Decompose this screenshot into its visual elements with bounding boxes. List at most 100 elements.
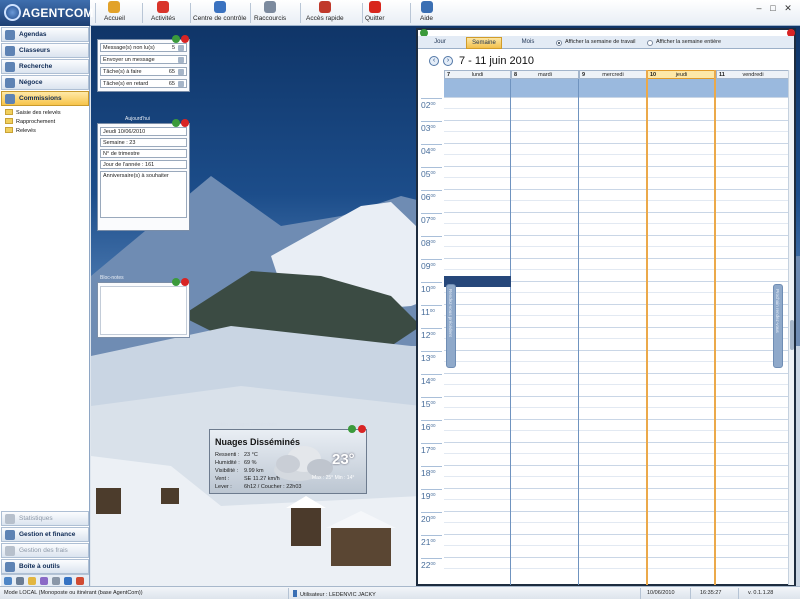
sidebar-nav-search[interactable]: Recherche — [1, 59, 89, 74]
toolbar-item-3[interactable]: Raccourcis — [254, 1, 286, 25]
tree-item[interactable]: Saisie des relevés — [5, 109, 61, 118]
day-name: vendredi — [742, 72, 764, 78]
toolbar-item-4[interactable]: Accès rapide — [306, 1, 344, 25]
toolbar-item-6[interactable]: Aide — [420, 1, 433, 25]
warning-icon[interactable] — [76, 577, 84, 585]
day-header[interactable]: mercredi 9 — [579, 70, 647, 79]
sidebar-nav-finance[interactable]: Gestion et finance — [1, 527, 89, 542]
sidebar-nav-agenda[interactable]: Agendas — [1, 27, 89, 42]
toolbar-item-label: Accès rapide — [306, 15, 344, 22]
day-header[interactable]: mardi 8 — [511, 70, 579, 79]
toolbar-item-label: Quitter — [365, 15, 385, 22]
date-info-row: Jour de l'année : 161 — [100, 160, 187, 169]
calendar-small-icon[interactable] — [64, 577, 72, 585]
message-row[interactable]: Message(s) non lu(s) 5 — [100, 43, 187, 52]
calendar-scrollbar[interactable] — [788, 70, 794, 585]
side-tab-label: Rendez-vous précédent — [448, 289, 453, 337]
collapse-widget-button[interactable] — [172, 35, 180, 43]
status-separator — [690, 588, 691, 599]
hour-label: 0600 — [421, 190, 442, 202]
hour-label: 2100 — [421, 535, 442, 547]
minute-value: 00 — [430, 561, 436, 566]
tab-1[interactable]: Semaine — [466, 37, 502, 49]
commissions-icon — [5, 94, 15, 104]
all-day-area[interactable] — [444, 79, 511, 97]
day-header[interactable]: lundi 7 — [444, 70, 511, 79]
notes-input[interactable] — [100, 286, 187, 335]
minute-value: 00 — [430, 193, 436, 198]
weather-row-label: Vent : — [215, 476, 230, 482]
message-row[interactable]: Tâche(s) à faire 65 — [100, 67, 187, 76]
toolbar-item-label: Activités — [151, 15, 176, 22]
all-day-area[interactable] — [511, 79, 579, 97]
control-center-icon — [213, 1, 226, 13]
collapse-widget-button[interactable] — [172, 119, 180, 127]
scrollbar-thumb[interactable] — [790, 320, 794, 350]
minute-value: 00 — [430, 331, 436, 336]
day-column[interactable] — [511, 97, 579, 585]
tab-0[interactable]: Jour — [422, 37, 458, 49]
close-widget-button[interactable] — [181, 119, 189, 127]
work-week-radio[interactable] — [556, 40, 562, 46]
all-day-area[interactable] — [579, 79, 647, 97]
sidebar-nav-toolbox[interactable]: Boîte à outils — [1, 559, 89, 574]
weather-row: Lever : 6h12 / Coucher : 22h03 — [215, 484, 302, 490]
status-separator — [640, 588, 641, 599]
folder-icon[interactable] — [28, 577, 36, 585]
sidebar-nav-binder[interactable]: Classeurs — [1, 43, 89, 58]
refresh-icon[interactable] — [4, 577, 12, 585]
weather-title-bar: Météo - Nuages Disséminés — [214, 422, 277, 428]
tree-item[interactable]: Relevés — [5, 127, 36, 136]
hour-label: 1400 — [421, 374, 442, 386]
next-week-button[interactable]: › — [443, 56, 453, 66]
sidebar: Agendas Classeurs Recherche Négoce Commissio… — [0, 26, 90, 586]
day-number: 9 — [582, 72, 586, 78]
message-row[interactable]: Envoyer un message — [100, 55, 187, 64]
day-column[interactable] — [579, 97, 647, 585]
minute-value: 00 — [430, 423, 436, 428]
close-button[interactable]: ✕ — [783, 3, 793, 13]
sidebar-nav-trade[interactable]: Négoce — [1, 75, 89, 90]
tab-2[interactable]: Mois — [510, 37, 546, 49]
collapse-widget-button[interactable] — [348, 425, 356, 433]
sidebar-nav-fees[interactable]: Gestion des frais — [1, 543, 89, 558]
toolbar-item-0[interactable]: Accueil — [104, 1, 125, 25]
toolbar-separator — [250, 3, 251, 23]
sidebar-nav-stats[interactable]: Statistiques — [1, 511, 89, 526]
close-widget-button[interactable] — [181, 278, 189, 286]
all-day-area[interactable] — [716, 79, 790, 97]
minute-value: 00 — [430, 147, 436, 152]
folder-icon — [5, 109, 13, 115]
search-icon — [5, 62, 15, 72]
toolbar-item-1[interactable]: Activités — [151, 1, 175, 25]
close-widget-button[interactable] — [358, 425, 366, 433]
hour-label: 0700 — [421, 213, 442, 225]
toolbar-item-5[interactable]: Quitter — [365, 1, 385, 25]
help-icon — [420, 1, 433, 13]
tree-item[interactable]: Rapprochement — [5, 118, 55, 127]
previous-week-button[interactable]: ‹ — [429, 56, 439, 66]
trash-icon[interactable] — [52, 577, 60, 585]
close-widget-button[interactable] — [181, 35, 189, 43]
eye-icon[interactable] — [16, 577, 24, 585]
sidebar-nav-label: Gestion et finance — [19, 531, 76, 538]
sidebar-nav-commissions[interactable]: Commissions — [1, 91, 89, 106]
minute-value: 00 — [430, 515, 436, 520]
date-info-row: Semaine : 23 — [100, 138, 187, 147]
day-header[interactable]: vendredi 11 — [716, 70, 790, 79]
maximize-button[interactable]: □ — [768, 3, 778, 13]
user-icon[interactable] — [40, 577, 48, 585]
collapse-widget-button[interactable] — [172, 278, 180, 286]
date-info-row: N° de trimestre — [100, 149, 187, 158]
minimize-button[interactable]: – — [754, 3, 764, 13]
hour-label: 0800 — [421, 236, 442, 248]
temperature-value: 23° — [332, 451, 355, 468]
weather-row-value: 69 % — [244, 460, 257, 466]
previous-appointment-tab[interactable]: Rendez-vous précédent — [446, 284, 456, 368]
weather-row-label: Lever : — [215, 484, 232, 490]
toolbar-item-2[interactable]: Centre de contrôle — [193, 1, 246, 25]
message-row[interactable]: Tâche(s) en retard 65 — [100, 79, 187, 88]
week-grid[interactable]: lundi 7 mardi 8 mercredi 9 jeudi 10 vendredi 11 02… — [418, 70, 794, 585]
full-week-radio[interactable] — [647, 40, 653, 46]
next-appointment-tab[interactable]: Prochain rendez-vous — [773, 284, 783, 368]
